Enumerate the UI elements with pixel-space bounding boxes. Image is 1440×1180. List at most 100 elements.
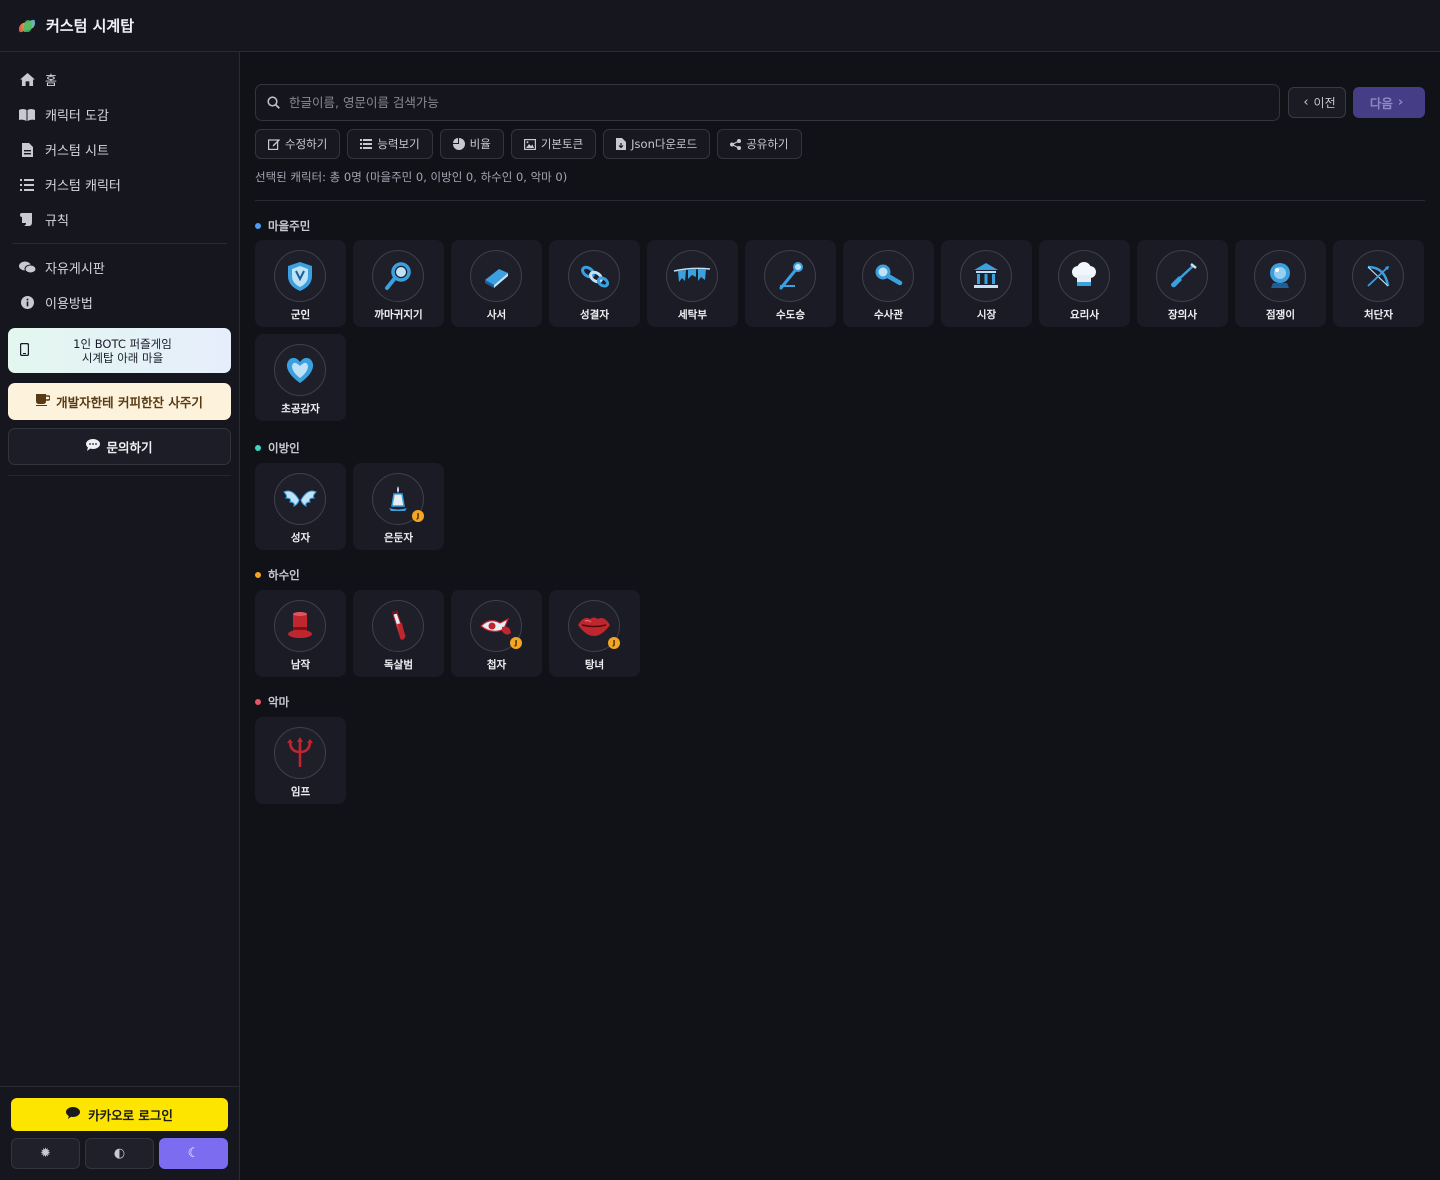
character-card[interactable]: 요리사 (1039, 240, 1130, 327)
ratio-button[interactable]: 비율 (439, 129, 504, 159)
search-box[interactable] (255, 84, 1280, 121)
app-title[interactable]: 커스텀 시계탑 (46, 15, 134, 36)
character-name: 요리사 (1070, 309, 1099, 321)
character-card[interactable]: 군인 (255, 240, 346, 327)
promo-line-1: 1인 BOTC 퍼즐게임 (73, 336, 172, 351)
pie-chart-icon (452, 138, 465, 150)
character-name: 까마귀지기 (374, 309, 423, 321)
content-divider (255, 200, 1425, 201)
promo-text: 1인 BOTC 퍼즐게임 시계탑 아래 마을 (34, 337, 231, 365)
edit-icon (268, 138, 280, 150)
mobile-icon (19, 342, 34, 359)
promo-banner[interactable]: 1인 BOTC 퍼즐게임 시계탑 아래 마을 (8, 328, 231, 373)
image-icon (523, 138, 536, 150)
theme-dark-button[interactable]: ☾ (159, 1138, 228, 1169)
chef-hat-icon (1058, 250, 1110, 302)
character-name: 사서 (486, 309, 507, 321)
character-card[interactable]: 초공감자 (255, 334, 346, 421)
jinx-badge-icon: J (608, 637, 620, 649)
comments-icon (18, 261, 36, 274)
top-hat-icon (274, 600, 326, 652)
character-name: 남작 (290, 659, 311, 671)
edit-label: 수정하기 (285, 137, 328, 151)
sidebar-item-label: 홈 (45, 74, 57, 89)
section-title-label: 하수인 (268, 568, 300, 582)
sidebar-item-encyclopedia[interactable]: 캐릭터 도감 (8, 97, 231, 132)
moon-icon: ☾ (187, 1146, 200, 1161)
character-card[interactable]: 장의사 (1137, 240, 1228, 327)
section-title-label: 이방인 (268, 441, 300, 455)
sidebar-divider (8, 475, 231, 476)
settings-icon: ✹ (40, 1146, 51, 1161)
character-name: 초공감자 (281, 403, 320, 415)
sidebar-item-guide[interactable]: 이용방법 (8, 285, 231, 320)
character-card[interactable]: J 탕녀 (549, 590, 640, 677)
character-card[interactable]: 임프 (255, 717, 346, 804)
shield-icon (274, 250, 326, 302)
character-card[interactable]: 수사관 (843, 240, 934, 327)
sidebar-item-custom-character[interactable]: 커스텀 캐릭터 (8, 167, 231, 202)
townsfolk-grid: 군인 까마귀지기 사서 성결자 세탁부 수도승 수사관 시장 요리사 장의사 점… (255, 240, 1425, 421)
json-download-button[interactable]: Json다운로드 (603, 129, 711, 159)
chat-bubble-icon (66, 1107, 81, 1122)
character-card[interactable]: 점쟁이 (1235, 240, 1326, 327)
theme-switcher: ✹ ◐ ☾ (11, 1138, 228, 1169)
theme-system-button[interactable]: ✹ (11, 1138, 80, 1169)
character-card[interactable]: 성결자 (549, 240, 640, 327)
character-name: 수도승 (776, 309, 805, 321)
sidebar-item-home[interactable]: 홈 (8, 62, 231, 97)
shovel-icon (1156, 250, 1208, 302)
trident-icon (274, 727, 326, 779)
toolbar: 수정하기 능력보기 비율 기본토큰 Json다운로드 공유하기 (255, 129, 802, 159)
character-card[interactable]: J 은둔자 (353, 463, 444, 550)
character-card[interactable]: 처단자 (1333, 240, 1424, 327)
sidebar-item-rules[interactable]: 규칙 (8, 202, 231, 237)
sidebar-item-label: 캐릭터 도감 (45, 109, 109, 124)
character-card[interactable]: 사서 (451, 240, 542, 327)
theme-contrast-button[interactable]: ◐ (85, 1138, 154, 1169)
view-abilities-button[interactable]: 능력보기 (347, 129, 433, 159)
character-name: 성자 (290, 532, 311, 544)
wings-icon (274, 473, 326, 525)
search-icon (267, 96, 280, 109)
sidebar-divider (12, 243, 227, 244)
outsider-grid: 성자 J 은둔자 (255, 463, 1425, 550)
section-title-label: 악마 (268, 695, 290, 709)
book-icon (18, 108, 36, 121)
info-icon (18, 296, 36, 309)
search-input[interactable] (289, 95, 1279, 110)
character-card[interactable]: 성자 (255, 463, 346, 550)
bow-icon (1352, 250, 1404, 302)
json-download-label: Json다운로드 (631, 137, 698, 151)
top-bar: 커스텀 시계탑 (0, 0, 1440, 52)
default-token-button[interactable]: 기본토큰 (510, 129, 597, 159)
share-button[interactable]: 공유하기 (717, 129, 802, 159)
character-card[interactable]: 남작 (255, 590, 346, 677)
edit-button[interactable]: 수정하기 (255, 129, 341, 159)
contrast-icon: ◐ (113, 1146, 126, 1161)
clothesline-icon (666, 250, 718, 302)
character-card[interactable]: 까마귀지기 (353, 240, 444, 327)
character-card[interactable]: 세탁부 (647, 240, 738, 327)
minion-grid: 남작 독살범 J 첩자 J 탕녀 (255, 590, 1425, 677)
sidebar-item-board[interactable]: 자유게시판 (8, 250, 231, 285)
character-name: 탕녀 (584, 659, 605, 671)
sidebar-item-custom-sheet[interactable]: 커스텀 시트 (8, 132, 231, 167)
outsider-dot (255, 445, 261, 451)
app-logo-icon[interactable] (17, 18, 38, 34)
inquiry-button[interactable]: 문의하기 (8, 428, 231, 465)
character-card[interactable]: J 첩자 (451, 590, 542, 677)
character-name: 장의사 (1168, 309, 1197, 321)
character-card[interactable]: 시장 (941, 240, 1032, 327)
jinx-badge-icon: J (510, 637, 522, 649)
ratio-label: 비율 (469, 137, 491, 151)
chain-icon (568, 250, 620, 302)
townsfolk-dot (255, 223, 261, 229)
coffee-donate-button[interactable]: 개발자한테 커피한잔 사주기 (8, 383, 231, 420)
sidebar-item-label: 자유게시판 (45, 262, 105, 277)
kakao-login-button[interactable]: 카카오로 로그인 (11, 1098, 228, 1131)
character-card[interactable]: 수도승 (745, 240, 836, 327)
prev-button[interactable]: ‹ 이전 (1288, 87, 1346, 118)
next-button[interactable]: 다음 › (1353, 87, 1425, 118)
character-card[interactable]: 독살범 (353, 590, 444, 677)
